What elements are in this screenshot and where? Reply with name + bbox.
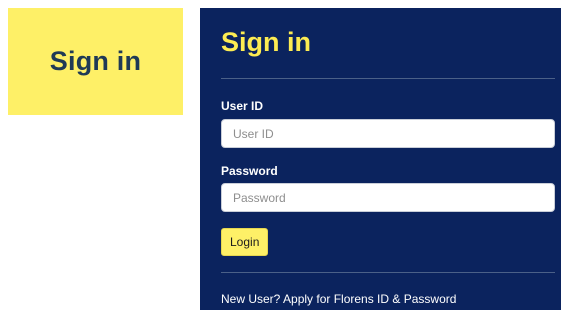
- login-panel: Sign in User ID Password Login New User?…: [200, 8, 561, 310]
- sign-in-tab[interactable]: Sign in: [8, 8, 183, 115]
- bottom-divider: [221, 272, 555, 273]
- user-id-label: User ID: [221, 99, 264, 113]
- user-id-input[interactable]: [221, 119, 555, 148]
- new-user-link[interactable]: New User? Apply for Florens ID & Passwor…: [221, 292, 456, 306]
- password-label: Password: [221, 164, 278, 178]
- page: Sign in Sign in User ID Password Login N…: [0, 0, 561, 310]
- panel-title: Sign in: [221, 27, 311, 57]
- top-divider: [221, 78, 555, 79]
- password-input[interactable]: [221, 183, 555, 212]
- login-button[interactable]: Login: [221, 228, 269, 256]
- sign-in-tab-label: Sign in: [49, 46, 142, 76]
